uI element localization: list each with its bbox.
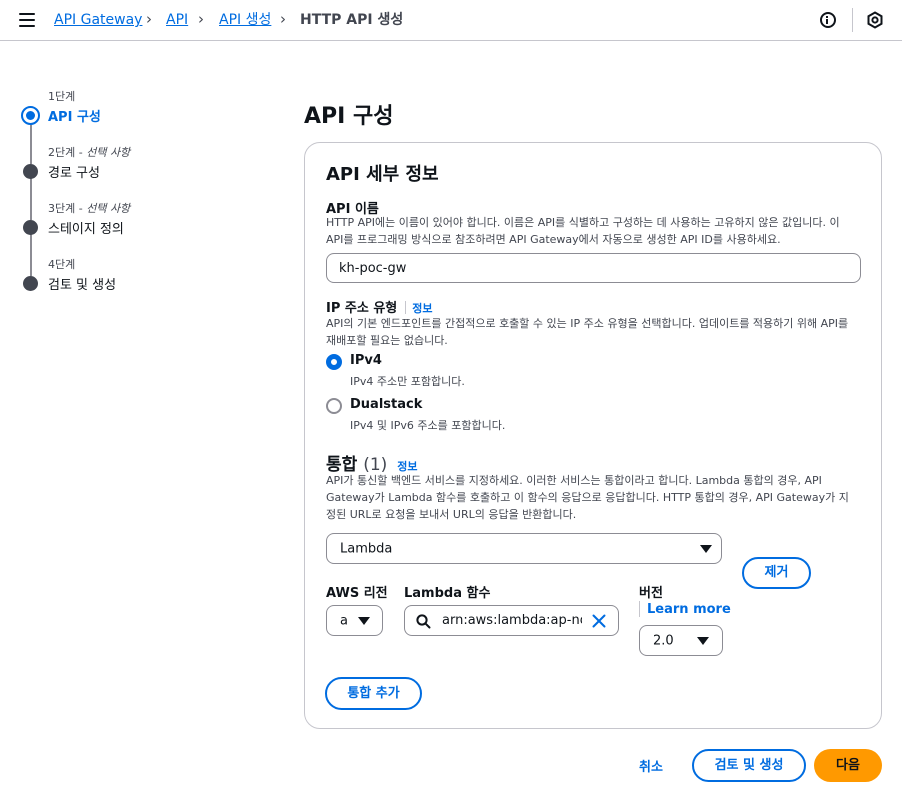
description-line: Gateway가 Lambda 함수를 호출하고 이 함수의 응답으로 응답합니… bbox=[326, 491, 849, 504]
divider bbox=[852, 8, 853, 32]
dualstack-radio-description: IPv4 및 IPv6 주소를 포함합니다. bbox=[350, 419, 506, 432]
ip-type-label-row: IP 주소 유형 정보 bbox=[326, 297, 433, 316]
ip-type-info-link[interactable]: 정보 bbox=[412, 302, 432, 315]
integration-type-value: Lambda bbox=[340, 541, 393, 556]
integrations-description: API가 통신할 백엔드 서비스를 지정하세요. 이러한 서비스는 통합이라고 … bbox=[326, 472, 866, 523]
breadcrumb-current: HTTP API 생성 bbox=[300, 12, 404, 28]
description-line: 재배포할 필요는 없습니다. bbox=[326, 334, 448, 347]
remove-integration-button[interactable]: 제거 bbox=[742, 557, 811, 589]
caret-down-icon bbox=[700, 544, 712, 553]
description-line: HTTP API에는 이름이 있어야 합니다. 이름은 API를 식별하고 구성… bbox=[326, 216, 840, 229]
breadcrumb-api-gateway[interactable]: API Gateway bbox=[54, 11, 142, 29]
step-3-indicator-icon bbox=[23, 220, 38, 235]
ipv4-radio-description: IPv4 주소만 포함합니다. bbox=[350, 375, 465, 388]
search-icon bbox=[416, 614, 431, 629]
aws-region-value: a bbox=[340, 613, 348, 628]
review-and-create-button[interactable]: 검토 및 생성 bbox=[692, 749, 806, 782]
api-name-description: HTTP API에는 이름이 있어야 합니다. 이름은 API를 식별하고 구성… bbox=[326, 214, 866, 248]
dualstack-radio-label[interactable]: Dualstack bbox=[350, 397, 422, 412]
integration-type-select[interactable]: Lambda bbox=[326, 533, 722, 564]
caret-down-icon bbox=[358, 616, 370, 625]
aws-region-select[interactable]: a bbox=[326, 605, 383, 636]
page-title: API 구성 bbox=[304, 104, 394, 129]
dualstack-radio[interactable] bbox=[326, 398, 342, 414]
aws-region-label: AWS 리전 bbox=[326, 586, 388, 601]
step-4-indicator-icon bbox=[23, 276, 38, 291]
step-4-number: 4단계 bbox=[48, 258, 76, 271]
description-line: API가 통신할 백엔드 서비스를 지정하세요. 이러한 서비스는 통합이라고 … bbox=[326, 474, 822, 487]
lambda-function-value: arn:aws:lambda:ap-no bbox=[442, 613, 582, 628]
next-button[interactable]: 다음 bbox=[814, 749, 882, 782]
description-line: API를 프로그래밍 방식으로 참조하려면 API Gateway에서 자동으로… bbox=[326, 233, 781, 246]
chevron-right-icon: › bbox=[146, 10, 152, 28]
step-3-number: 3단계 - 선택 사항 bbox=[48, 202, 131, 215]
lambda-function-search[interactable]: arn:aws:lambda:ap-no bbox=[404, 605, 619, 636]
version-label: 버전 bbox=[639, 586, 663, 601]
divider bbox=[639, 601, 640, 617]
ipv4-radio[interactable] bbox=[326, 354, 342, 370]
api-name-input[interactable] bbox=[326, 253, 861, 283]
description-line: API의 기본 엔드포인트를 간접적으로 호출할 수 있는 IP 주소 유형을 … bbox=[326, 317, 849, 330]
top-navigation-bar: API Gateway › API › API 생성 › HTTP API 생성 bbox=[0, 0, 902, 41]
chevron-right-icon: › bbox=[280, 10, 286, 28]
step-1-number: 1단계 bbox=[48, 90, 76, 103]
step-connector bbox=[30, 124, 32, 164]
learn-more-link[interactable]: Learn more bbox=[647, 602, 731, 617]
divider bbox=[405, 301, 407, 314]
version-select[interactable]: 2.0 bbox=[639, 625, 723, 656]
description-line: 정된 URL로 요청을 보내서 URL의 응답을 반환합니다. bbox=[326, 508, 577, 521]
info-icon[interactable] bbox=[820, 12, 836, 28]
step-1-indicator-icon bbox=[21, 106, 40, 125]
step-connector bbox=[30, 178, 32, 220]
breadcrumb-create-api[interactable]: API 생성 bbox=[219, 11, 271, 29]
container-title: API 세부 정보 bbox=[326, 164, 439, 185]
step-4-label: 검토 및 생성 bbox=[48, 278, 117, 293]
add-integration-button[interactable]: 통합 추가 bbox=[325, 677, 422, 710]
lambda-function-label: Lambda 함수 bbox=[404, 586, 491, 601]
caret-down-icon bbox=[697, 636, 709, 645]
clear-icon[interactable] bbox=[592, 614, 606, 628]
step-connector bbox=[30, 234, 32, 276]
version-value: 2.0 bbox=[653, 633, 674, 648]
api-details-container: API 세부 정보 API 이름 HTTP API에는 이름이 있어야 합니다.… bbox=[304, 142, 882, 729]
cancel-button[interactable]: 취소 bbox=[639, 756, 663, 775]
step-1-label[interactable]: API 구성 bbox=[48, 106, 101, 125]
ip-type-description: API의 기본 엔드포인트를 간접적으로 호출할 수 있는 IP 주소 유형을 … bbox=[326, 315, 866, 349]
ipv4-radio-label[interactable]: IPv4 bbox=[350, 353, 382, 368]
chevron-right-icon: › bbox=[198, 10, 204, 28]
settings-hexagon-icon[interactable] bbox=[866, 11, 884, 29]
step-2-number: 2단계 - 선택 사항 bbox=[48, 146, 131, 159]
menu-icon[interactable] bbox=[19, 13, 35, 27]
step-2-indicator-icon bbox=[23, 164, 38, 179]
step-3-label: 스테이지 정의 bbox=[48, 222, 124, 237]
step-2-label: 경로 구성 bbox=[48, 166, 100, 181]
ip-type-label: IP 주소 유형 bbox=[326, 301, 398, 316]
breadcrumb-api[interactable]: API bbox=[166, 11, 188, 29]
